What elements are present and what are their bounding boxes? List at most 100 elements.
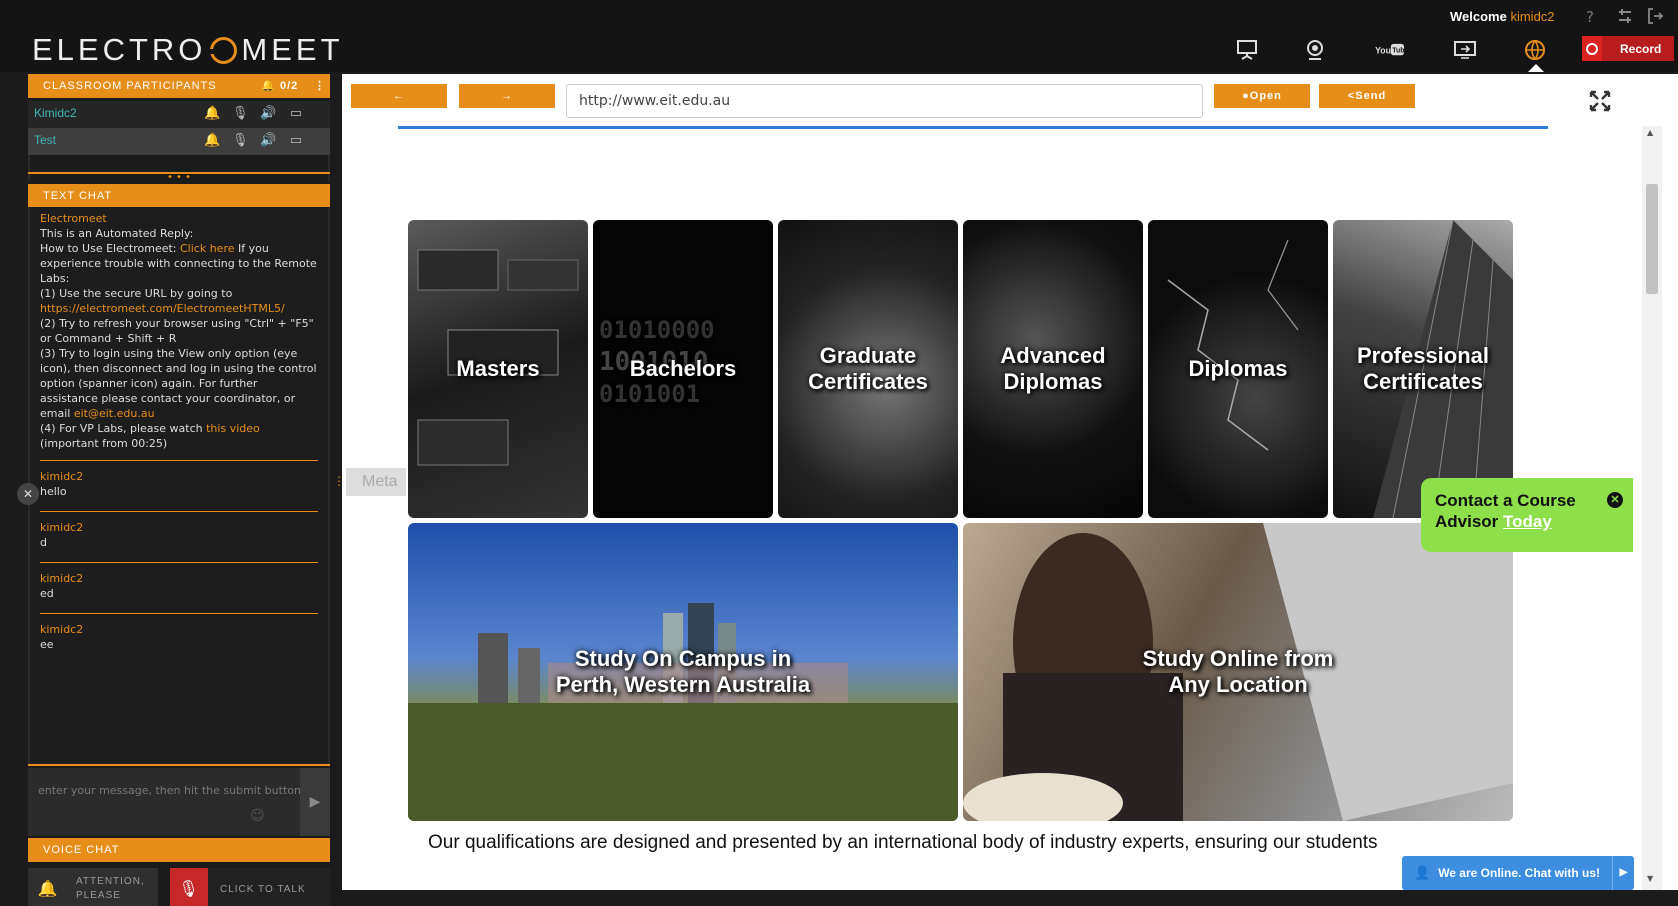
send-button[interactable]: < Send	[1319, 84, 1415, 108]
tile-label: Diplomas	[1188, 356, 1288, 381]
message-text: (3) Try to login using the View only opt…	[40, 346, 318, 421]
diplomas-tile[interactable]: Diplomas	[1148, 220, 1328, 518]
live-chat-button[interactable]: 👤 We are Online. Chat with us! ▶	[1402, 856, 1634, 890]
speaker-icon[interactable]: 🔊	[260, 105, 276, 121]
message-text-part: (4) For VP Labs, please watch	[40, 422, 207, 435]
forward-arrow-icon: →	[501, 90, 513, 102]
svg-text:0101001: 0101001	[599, 380, 700, 408]
webcam-icon[interactable]	[1300, 38, 1330, 62]
screen-share-icon[interactable]	[1450, 38, 1480, 62]
settings-icon[interactable]	[1616, 7, 1634, 29]
message-text-part: How to Use Electromeet:	[40, 242, 180, 255]
chat-message: kimidc2 hello	[30, 469, 328, 499]
help-icon[interactable]: ?	[1586, 8, 1594, 26]
emoji-icon[interactable]: ☺	[250, 808, 265, 824]
bell-icon[interactable]: 🔔	[204, 105, 220, 121]
participant-row[interactable]: Test 🔔 🎙 🔊 ▭	[28, 128, 330, 155]
microphone-icon[interactable]: 🎙	[232, 105, 249, 121]
microphone-icon: 🎙	[170, 868, 208, 906]
send-label: Send	[1355, 90, 1387, 102]
youtube-icon[interactable]: YouTube	[1373, 38, 1407, 62]
video-link[interactable]: this video	[206, 422, 260, 435]
scroll-up-icon[interactable]: ▲	[1647, 128, 1653, 137]
contact-title: Contact a Course	[1435, 491, 1576, 510]
logo-suffix: MEET	[241, 32, 344, 67]
message-sender: Electromeet	[40, 212, 107, 225]
web-page-frame[interactable]: Masters 01010000 1001010 0101001 Bachelors…	[342, 126, 1642, 890]
message-divider	[40, 460, 318, 461]
study-on-campus-tile[interactable]: Study On Campus in Perth, Western Austra…	[408, 523, 958, 821]
electromeet-logo: ELECTRO MEET	[32, 32, 344, 68]
voice-controls: 🔔 ATTENTION, PLEASE 🎙 CLICK TO TALK	[28, 868, 330, 906]
participants-title: CLASSROOM PARTICIPANTS	[43, 80, 217, 92]
participants-menu-icon[interactable]: ⋮	[314, 74, 326, 98]
close-icon[interactable]: ✕	[1607, 492, 1623, 508]
camera-icon[interactable]: ▭	[288, 105, 304, 121]
chat-log[interactable]: Electromeet This is an Automated Reply: …	[28, 207, 330, 767]
logo-text: ELECTRO	[32, 32, 207, 67]
click-here-link[interactable]: Click here	[180, 242, 235, 255]
meta-tab[interactable]: Meta	[346, 468, 406, 496]
scroll-down-icon[interactable]: ▼	[1647, 874, 1653, 883]
top-bar: ELECTRO MEET Welcome kimidc2 ? YouTube	[0, 0, 1678, 72]
page-top-rule	[398, 126, 1548, 129]
logout-icon[interactable]	[1646, 7, 1664, 29]
email-link[interactable]: eit@eit.edu.au	[74, 407, 155, 420]
message-text-part: (important from 00:25)	[40, 437, 168, 450]
speaker-icon[interactable]: 🔊	[260, 132, 276, 148]
talk-label: CLICK TO TALK	[220, 883, 306, 895]
click-to-talk-button[interactable]: 🎙 CLICK TO TALK	[170, 868, 330, 906]
open-button[interactable]: ● Open	[1214, 84, 1310, 108]
chat-send-button[interactable]: ▶	[300, 768, 330, 836]
chat-message-input[interactable]: enter your message, then hit the submit …	[28, 768, 330, 836]
contact-today-link[interactable]: Today	[1503, 512, 1552, 531]
back-button[interactable]: ←	[351, 84, 447, 108]
scrollbar-thumb[interactable]	[1646, 184, 1658, 294]
live-chat-label: We are Online. Chat with us!	[1438, 866, 1600, 880]
url-input[interactable]: http://www.eit.edu.au	[566, 84, 1203, 118]
record-label: Record	[1620, 41, 1662, 56]
welcome-text: Welcome kimidc2	[1450, 9, 1555, 24]
electromeet-url-link[interactable]: https://electromeet.com/ElectromeetHTML5…	[40, 301, 318, 316]
contact-advisor-widget[interactable]: Contact a Course Advisor Today ✕	[1421, 478, 1633, 552]
tile-label: Professional Certificates	[1356, 343, 1490, 394]
open-label: Open	[1249, 90, 1282, 102]
logo-ring	[207, 36, 238, 64]
web-browser-icon[interactable]	[1520, 38, 1550, 62]
bachelors-tile[interactable]: 01010000 1001010 0101001 Bachelors	[593, 220, 773, 518]
chat-message: kimidc2 ed	[30, 571, 328, 601]
svg-text:Tube: Tube	[1392, 48, 1405, 55]
attention-button[interactable]: 🔔 ATTENTION, PLEASE	[28, 868, 158, 906]
chat-input-placeholder: enter your message, then hit the submit …	[38, 784, 301, 797]
participant-row[interactable]: Kimidc2 🔔 🎙 🔊 ▭	[28, 101, 330, 128]
close-icon[interactable]: ✕	[17, 483, 39, 505]
masters-tile[interactable]: Masters	[408, 220, 588, 518]
advanced-diplomas-tile[interactable]: Advanced Diplomas	[963, 220, 1143, 518]
bell-icon[interactable]: 🔔	[204, 132, 220, 148]
record-icon	[1582, 36, 1602, 61]
chevron-right-icon[interactable]: ▶	[1612, 856, 1634, 890]
professional-certificates-tile[interactable]: Professional Certificates	[1333, 220, 1513, 518]
contact-advisor-text: Advisor	[1435, 512, 1499, 531]
expand-icon[interactable]	[1589, 90, 1611, 112]
page-body-text: Our qualifications are designed and pres…	[428, 832, 1378, 853]
participants-header: CLASSROOM PARTICIPANTS 🔔 0/2 ⋮	[28, 74, 330, 98]
auto-reply-message: Electromeet This is an Automated Reply: …	[30, 211, 328, 451]
camera-icon[interactable]: ▭	[288, 132, 304, 148]
chat-message: kimidc2 d	[30, 520, 328, 550]
message-text: ee	[40, 638, 54, 651]
graduate-certificates-tile[interactable]: Graduate Certificates	[778, 220, 958, 518]
open-icon: ●	[1242, 90, 1250, 102]
username: kimidc2	[1510, 9, 1555, 24]
study-online-tile[interactable]: Study Online from Any Location	[963, 523, 1513, 821]
whiteboard-icon[interactable]	[1232, 38, 1262, 62]
message-divider	[40, 562, 318, 563]
forward-button[interactable]: →	[459, 84, 555, 108]
microphone-icon[interactable]: 🎙	[232, 132, 249, 148]
tile-label: Study Online from Any Location	[1142, 646, 1334, 697]
record-button[interactable]: Record	[1582, 36, 1674, 61]
svg-text:01010000: 01010000	[599, 316, 715, 344]
page-scrollbar[interactable]: ▲ ▼	[1642, 126, 1662, 890]
tile-label: Advanced Diplomas	[1000, 343, 1106, 394]
panel-resize-handle[interactable]: • • •	[28, 172, 330, 183]
